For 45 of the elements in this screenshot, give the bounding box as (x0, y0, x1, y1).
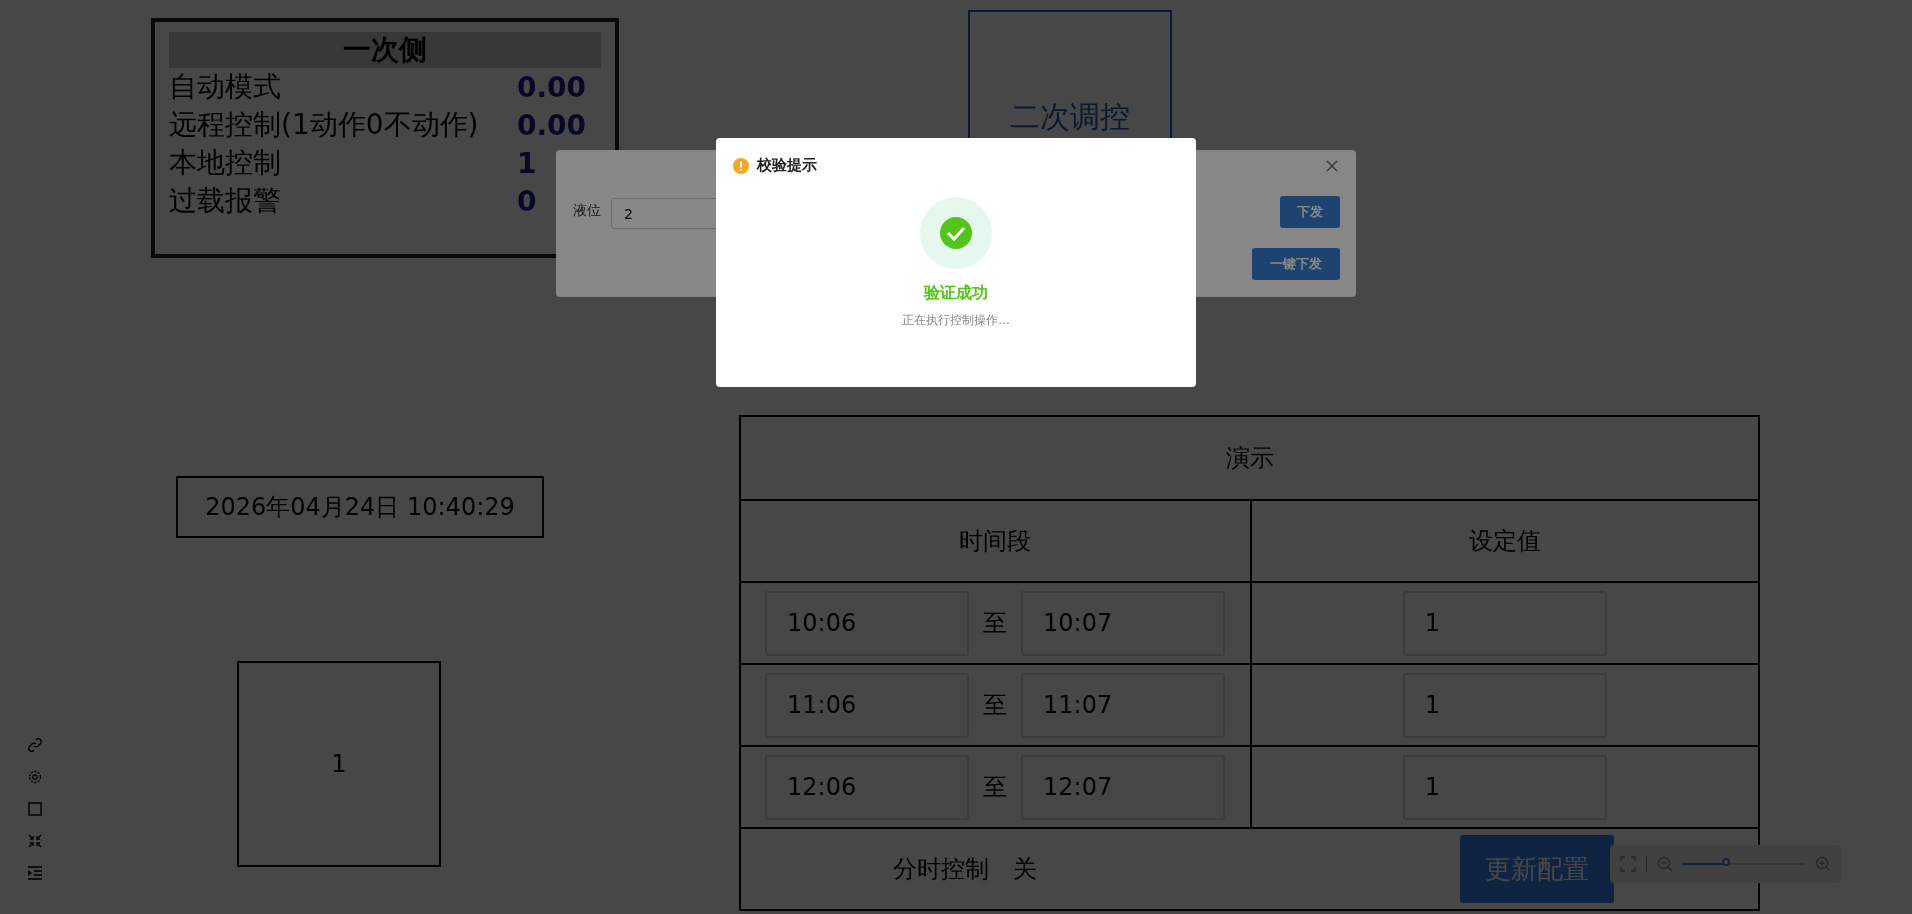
start-time-field[interactable]: 10:06 (765, 590, 969, 656)
send-all-button[interactable]: 一键下发 (1252, 248, 1340, 280)
range-separator: 至 (983, 608, 1007, 639)
status-label: 远程控制(1动作0不动作) (169, 107, 479, 143)
collapse-icon[interactable] (27, 833, 43, 849)
range-separator: 至 (983, 690, 1007, 721)
status-value: 0.00 (517, 70, 587, 104)
panel-title: 一次侧 (169, 32, 601, 68)
table-title: 演示 (1224, 443, 1275, 474)
start-time-field[interactable]: 11:06 (765, 672, 969, 738)
field-label: 液位 (573, 202, 601, 220)
square-icon[interactable] (27, 801, 43, 817)
status-value: 1 (517, 146, 537, 180)
setpoint-field[interactable]: 1 (1402, 590, 1607, 656)
fullscreen-icon[interactable] (1620, 856, 1636, 872)
status-label: 本地控制 (169, 145, 281, 181)
status-text: 验证成功 (924, 283, 988, 304)
settings-icon[interactable] (27, 769, 43, 785)
zoom-out-icon[interactable] (1657, 856, 1673, 872)
setpoint-field[interactable]: 1 (1402, 754, 1607, 820)
start-time-field[interactable]: 12:06 (765, 754, 969, 820)
column-header: 时间段 (741, 499, 1250, 581)
status-value: 0.00 (517, 108, 587, 142)
status-label: 自动模式 (169, 69, 281, 105)
send-button[interactable]: 下发 (1280, 196, 1340, 228)
warning-icon (733, 157, 749, 174)
status-value: 0 (517, 184, 537, 218)
dialog-title: 校验提示 (757, 156, 817, 175)
end-time-field[interactable]: 11:07 (1021, 672, 1225, 738)
end-time-field[interactable]: 12:07 (1021, 754, 1225, 820)
close-icon[interactable] (1326, 160, 1338, 172)
link-icon[interactable] (27, 737, 43, 753)
schedule-control-label: 分时控制 (893, 854, 989, 885)
status-message: 正在执行控制操作... (902, 312, 1010, 329)
zoom-in-icon[interactable] (1815, 856, 1831, 872)
setpoint-field[interactable]: 1 (1402, 672, 1607, 738)
schedule-control-state: 关 (1013, 854, 1037, 885)
end-time-field[interactable]: 10:07 (1021, 590, 1225, 656)
indent-icon[interactable] (27, 865, 43, 881)
range-separator: 至 (983, 772, 1007, 803)
value-box: 1 (237, 661, 441, 867)
success-check-icon (920, 197, 992, 269)
column-header: 设定值 (1249, 499, 1758, 581)
status-label: 过载报警 (169, 183, 281, 219)
datetime-display: 2026年04月24日 10:40:29 (176, 476, 544, 538)
